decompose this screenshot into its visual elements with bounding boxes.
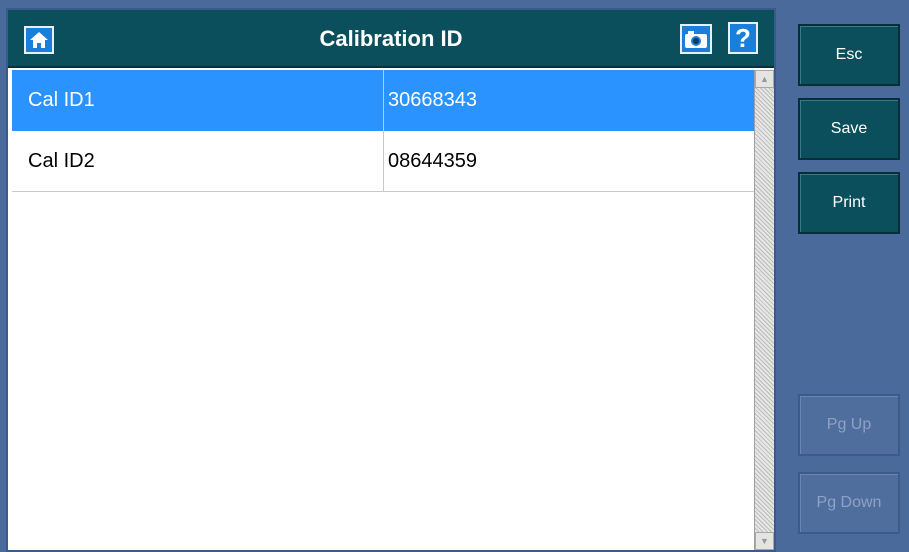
cal-id-name-cell: Cal ID2	[12, 131, 384, 192]
camera-icon	[685, 31, 707, 48]
cal-id-value-cell: 08644359	[388, 150, 477, 172]
app-window: Calibration ID ? Cal ID1 30668343 Cal ID…	[0, 0, 909, 552]
home-icon	[30, 32, 48, 48]
save-button[interactable]: Save	[798, 98, 900, 160]
page-up-button[interactable]: Pg Up	[798, 394, 900, 456]
print-button[interactable]: Print	[798, 172, 900, 234]
page-title: Calibration ID	[319, 26, 463, 51]
cal-id-value-cell: 30668343	[388, 89, 477, 111]
table-row[interactable]: Cal ID2 08644359	[12, 131, 754, 192]
cal-id-name-cell: Cal ID1	[12, 70, 384, 131]
main-panel: Calibration ID ? Cal ID1 30668343 Cal ID…	[6, 8, 776, 552]
calibration-table: Cal ID1 30668343 Cal ID2 08644359	[12, 70, 754, 550]
scroll-up-arrow-icon[interactable]: ▲	[755, 70, 774, 88]
home-button[interactable]	[24, 26, 54, 54]
vertical-scrollbar[interactable]: ▲ ▼	[754, 70, 774, 550]
screenshot-button[interactable]	[680, 24, 712, 54]
title-bar: Calibration ID ?	[8, 10, 774, 68]
table-row[interactable]: Cal ID1 30668343	[12, 70, 754, 131]
page-down-button[interactable]: Pg Down	[798, 472, 900, 534]
scroll-down-arrow-icon[interactable]: ▼	[755, 532, 774, 550]
esc-button[interactable]: Esc	[798, 24, 900, 86]
help-button[interactable]: ?	[728, 22, 758, 54]
